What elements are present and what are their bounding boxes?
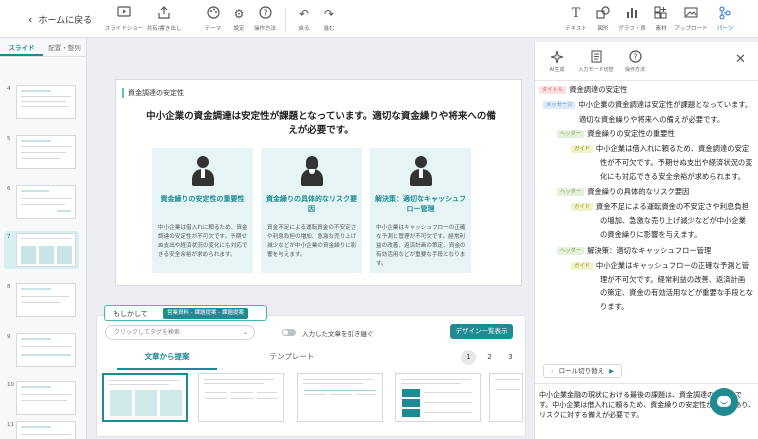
design-option[interactable] <box>297 373 383 422</box>
slide-thumbnail[interactable]: 5 <box>4 133 79 171</box>
slide-canvas[interactable]: 資金調達の安定性 中小企業の資金調達は安定性が課題となっています。適切な資金繰り… <box>116 80 521 285</box>
role-switch-button[interactable]: ‹ ロール切り替え ▶ <box>543 364 623 378</box>
tag-suggestion-label: もしかして <box>113 310 148 318</box>
businessman-icon <box>409 156 433 186</box>
message-badge: メッセージ <box>543 101 576 109</box>
chevron-down-icon: ⌄ <box>242 329 248 336</box>
svg-text:?: ? <box>263 8 267 17</box>
outline-guide-row[interactable]: の策定、資金の有効活用などが重要な手段となります。 <box>600 286 756 314</box>
parts-tool-button[interactable]: パーツ <box>702 6 748 32</box>
tag-search-input[interactable]: クリックしてタグを検索 ⌄ <box>105 325 255 340</box>
slides-panel: スライド 配置・整列 4 5 6 7 8 9 10 11 <box>0 39 87 439</box>
slide-title[interactable]: 資金調達の安定性 <box>122 88 184 98</box>
outline-title-row[interactable]: タイトル 資金調達の安定性 <box>539 82 628 98</box>
carry-text-label: 入力した文章を引き継ぐ <box>302 330 374 338</box>
design-option[interactable] <box>395 373 481 422</box>
outline-guide-row[interactable]: の資金繰りに影響を与えます。 <box>600 227 701 243</box>
header-badge: ヘッダー <box>557 130 585 138</box>
home-button[interactable]: ‹ ホームに戻る <box>28 13 92 26</box>
slide-thumbnail[interactable]: 6 <box>4 183 79 221</box>
outline-header-row[interactable]: ヘッダー 資金繰りの具体的なリスク要因 <box>557 184 689 200</box>
slide-thumbnail[interactable]: 9 <box>4 331 79 369</box>
document-icon <box>574 50 618 64</box>
content-card[interactable]: 資金繰りの安定性の重要性 中小企業は借入れに頼るため、資金調達の安定性が不可欠で… <box>152 148 253 273</box>
tab-slides[interactable]: スライド <box>0 39 43 56</box>
businesswoman-icon <box>300 156 324 186</box>
card-body: 資金不足による運転資金の不安定さや利息負担の増加、急激な売り上げ減少などが中小企… <box>267 225 357 258</box>
card-heading: 資金繰りの具体的なリスク要因 <box>266 195 357 213</box>
ai-generate-button[interactable]: AI生成 <box>535 50 579 73</box>
pagination: 1 2 3 <box>461 350 518 365</box>
tab-template[interactable]: テンプレート <box>242 351 342 368</box>
card-body: 中小企業は借入れに頼るため、資金調達の安定性が不可欠です。予期せぬ支出や経済状況… <box>158 225 248 258</box>
chevron-left-icon: ‹ <box>551 367 554 375</box>
design-suggestion-panel: クリックしてタグを検索 ⌄ 入力した文章を引き継ぐ デザイン一覧表示 文章から提… <box>96 315 526 437</box>
slides-panel-tabs: スライド 配置・整列 <box>0 39 86 57</box>
chevron-left-icon: ‹ <box>28 13 33 26</box>
guide-badge: ガイド <box>571 203 593 211</box>
close-icon[interactable]: ✕ <box>735 52 746 67</box>
slide-thumbnail-selected[interactable]: 7 <box>4 231 79 269</box>
top-toolbar: ‹ ホームに戻る スライドショー 共有/書き出し テーマ ⚙ 設定 ? 操作方法… <box>0 0 758 38</box>
design-list-button[interactable]: デザイン一覧表示 <box>450 324 513 339</box>
page-2[interactable]: 2 <box>482 350 497 365</box>
svg-text:?: ? <box>633 52 637 61</box>
home-label: ホームに戻る <box>38 16 93 26</box>
outline-panel: AI生成 入力モード切替 ? 操作方法 ✕ タイトル 資金調達の安定性 メッセージ… <box>534 42 758 439</box>
redo-icon: ↷ <box>323 7 335 21</box>
guide-badge: ガイド <box>571 262 593 270</box>
tag-suggestion-bar[interactable]: もしかして 営業資料 - 課題提案 - 課題提案 <box>104 305 267 321</box>
slide-message[interactable]: 中小企業の資金調達は安定性が課題となっています。適切な資金繰りや将来への備えが必… <box>146 110 496 138</box>
tab-suggest-from-text[interactable]: 文章から提案 <box>117 351 217 370</box>
header-badge: ヘッダー <box>557 188 585 196</box>
share-button[interactable]: 共有/書き出し <box>141 6 187 32</box>
slide-thumbnail[interactable]: 10 <box>4 379 79 417</box>
page-1[interactable]: 1 <box>461 350 476 365</box>
chat-bubble-icon <box>717 396 731 407</box>
slide-thumbnail[interactable]: 4 <box>4 83 79 121</box>
outline-message-row[interactable]: メッセージ 中小企業の資金調達は安定性が課題となっています。 <box>543 97 752 113</box>
businessman-icon <box>191 156 215 186</box>
content-card[interactable]: 解決策：適切なキャッシュフロー管理 中小企業はキャッシュフローの正確な予測と管理… <box>370 148 471 273</box>
card-heading: 解決策：適切なキャッシュフロー管理 <box>375 195 466 213</box>
outline-header-row[interactable]: ヘッダー 解決策：適切なキャッシュフロー管理 <box>557 243 711 259</box>
slide-thumbnail[interactable]: 8 <box>4 281 79 319</box>
card-body: 中小企業はキャッシュフローの正確な予測と管理が不可欠です。経常利益の改善、返済計… <box>376 225 466 267</box>
outline-help-button[interactable]: ? 操作方法 <box>613 50 657 73</box>
play-icon: ▶ <box>609 367 615 375</box>
share-icon <box>141 6 187 22</box>
design-option[interactable] <box>489 373 523 422</box>
header-badge: ヘッダー <box>557 247 585 255</box>
card-heading: 資金繰りの安定性の重要性 <box>160 195 245 203</box>
outline-guide-row[interactable]: 化にも対応できる安全余裕が求められます。 <box>600 169 745 185</box>
parts-icon <box>702 6 748 22</box>
help-icon: ? <box>613 50 657 64</box>
outline-header-row[interactable]: ヘッダー 資金繰りの安定性の重要性 <box>557 126 675 142</box>
input-mode-button[interactable]: 入力モード切替 <box>574 50 618 73</box>
chat-support-button[interactable] <box>710 388 738 416</box>
design-option[interactable] <box>198 373 284 422</box>
title-badge: タイトル <box>539 86 567 94</box>
content-card[interactable]: 資金繰りの具体的なリスク要因 資金不足による運転資金の不安定さや利息負担の増加、… <box>261 148 362 273</box>
tab-arrange[interactable]: 配置・整列 <box>43 39 86 56</box>
sparkle-icon <box>535 50 579 64</box>
guide-badge: ガイド <box>571 145 593 153</box>
slide-thumbnail[interactable]: 11 <box>4 419 79 439</box>
design-option[interactable] <box>102 373 188 422</box>
page-3[interactable]: 3 <box>503 350 518 365</box>
suggested-tag-chip[interactable]: 営業資料 - 課題提案 - 課題提案 <box>163 308 248 319</box>
carry-text-toggle[interactable] <box>282 329 296 336</box>
redo-button[interactable]: ↷ 進む <box>306 6 352 32</box>
